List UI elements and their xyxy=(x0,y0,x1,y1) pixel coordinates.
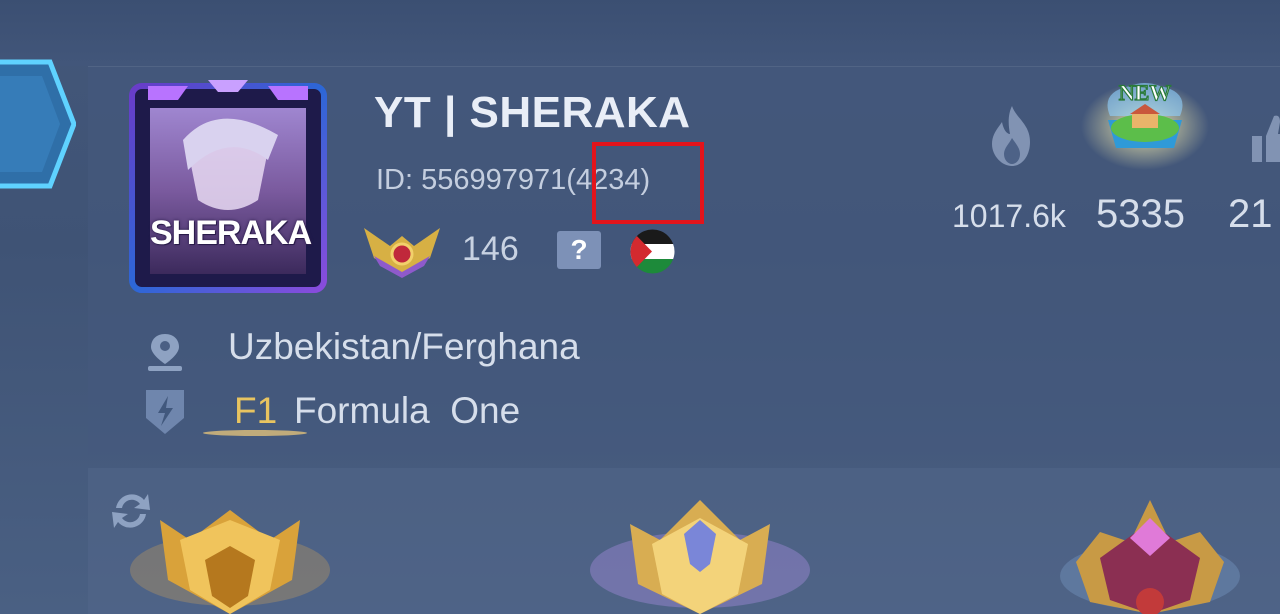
thumbs-up-icon xyxy=(1252,115,1280,162)
rank-points: 146 xyxy=(462,230,519,268)
location-pin-icon xyxy=(148,334,182,371)
squad-glow xyxy=(203,430,307,436)
avatar[interactable] xyxy=(128,80,328,294)
season-medal-2[interactable] xyxy=(580,494,820,614)
player-name: YT | SHERAKA xyxy=(374,88,691,137)
island-new-badge: NEW xyxy=(1119,80,1172,105)
squad-name[interactable]: Formula One xyxy=(294,390,520,432)
location-text: Uzbekistan/Ferghana xyxy=(228,326,580,367)
island-icon[interactable]: NEW xyxy=(1080,76,1210,172)
popularity-value: 1017.6k xyxy=(952,198,1066,234)
rank-emblem-icon[interactable] xyxy=(360,218,444,278)
squad-shield-icon[interactable] xyxy=(140,386,190,436)
palestine-flag-icon xyxy=(630,229,675,274)
profile-tab-button[interactable] xyxy=(0,52,76,196)
server-id-highlight xyxy=(592,142,704,224)
avatar-label: SHERAKA xyxy=(150,214,312,252)
id-number[interactable]: 556997971 xyxy=(421,164,566,196)
help-button[interactable]: ? xyxy=(557,231,601,269)
likes-value: 21 xyxy=(1228,192,1273,236)
top-strip xyxy=(0,0,1280,66)
island-value: 5335 xyxy=(1096,192,1185,236)
season-medal-3[interactable] xyxy=(1050,492,1250,614)
id-label: ID: xyxy=(376,164,414,196)
season-medal-1[interactable] xyxy=(120,500,340,614)
flame-icon xyxy=(992,106,1030,166)
